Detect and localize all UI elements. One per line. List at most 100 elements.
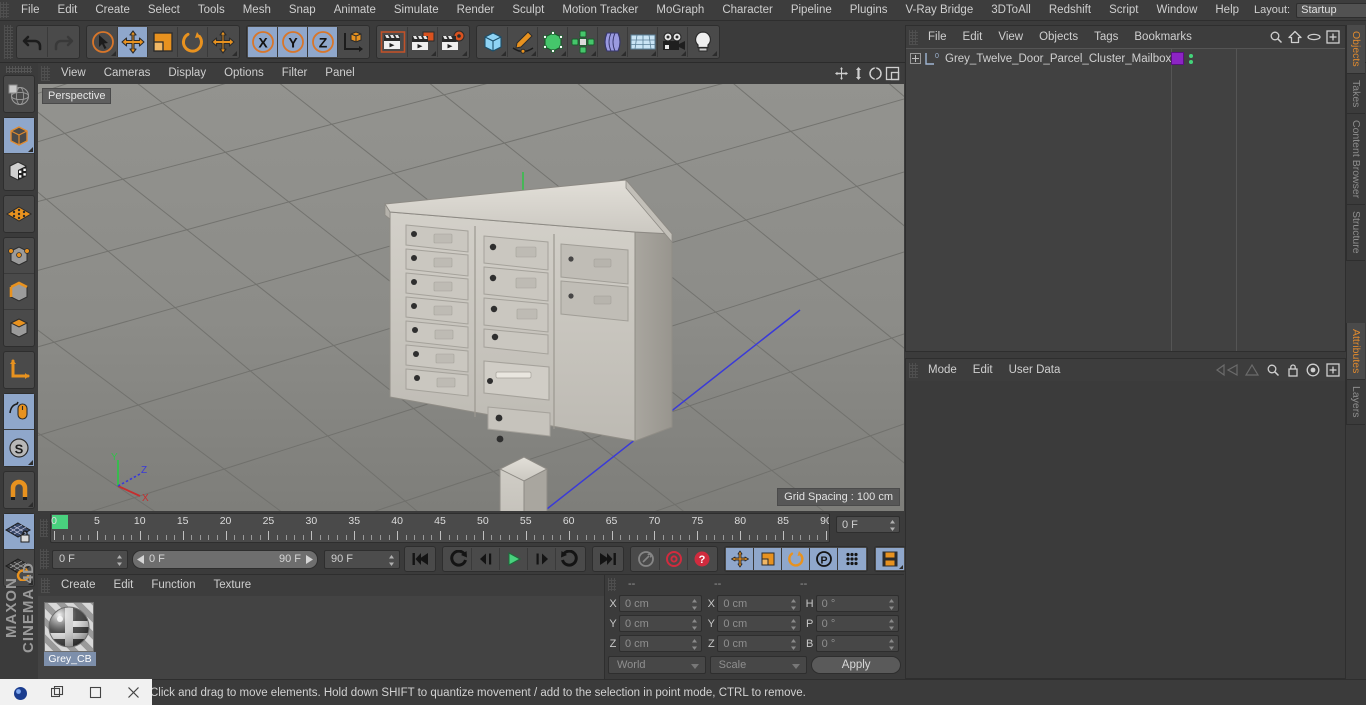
object-menu-bookmarks[interactable]: Bookmarks	[1126, 26, 1200, 48]
viewport-menu-display[interactable]: Display	[159, 63, 215, 84]
search-icon[interactable]	[1266, 363, 1280, 377]
timeline-strip-icon[interactable]	[876, 548, 904, 570]
material-menu-edit[interactable]: Edit	[105, 575, 143, 596]
tab-layers[interactable]: Layers	[1346, 380, 1365, 425]
parameter-key-icon[interactable]: P	[810, 548, 838, 570]
x-axis-icon[interactable]: X	[248, 26, 278, 57]
size-y-input[interactable]: 0 cm	[717, 615, 801, 632]
move-alt-icon[interactable]	[208, 26, 238, 57]
texture-mode-icon[interactable]	[4, 154, 34, 190]
material-thumbnail[interactable]	[44, 602, 94, 652]
rotate-view-icon[interactable]	[868, 66, 883, 81]
attribute-menu-mode[interactable]: Mode	[920, 359, 965, 381]
bend-deformer-icon[interactable]	[598, 26, 628, 57]
floor-environment-icon[interactable]	[628, 26, 658, 57]
range-left-handle-icon[interactable]	[137, 554, 145, 564]
object-menu-file[interactable]: File	[920, 26, 955, 48]
toolbar-grip[interactable]	[4, 24, 13, 59]
spinner-icon[interactable]	[889, 520, 896, 531]
model-mode-icon[interactable]	[4, 118, 34, 154]
attribute-menu-edit[interactable]: Edit	[965, 359, 1001, 381]
spinner-icon[interactable]	[388, 554, 395, 566]
viewport-menu-view[interactable]: View	[52, 63, 95, 84]
snap-magnet-icon[interactable]	[4, 472, 34, 508]
attribute-manager-grip[interactable]	[909, 362, 918, 378]
viewport-menu-options[interactable]: Options	[215, 63, 273, 84]
rotation-key-icon[interactable]	[782, 548, 810, 570]
menu-mesh[interactable]: Mesh	[234, 0, 280, 21]
rotation-b-input[interactable]: 0 °	[815, 635, 899, 652]
object-menu-edit[interactable]: Edit	[955, 26, 991, 48]
material-menu-texture[interactable]: Texture	[204, 575, 260, 596]
playbar-grip[interactable]	[40, 549, 49, 569]
apply-button[interactable]: Apply	[811, 656, 902, 674]
light-icon[interactable]	[688, 26, 718, 57]
menu-window[interactable]: Window	[1147, 0, 1206, 21]
viewport-solo-icon[interactable]	[4, 394, 34, 430]
tab-structure[interactable]: Structure	[1346, 205, 1365, 261]
cube-primitive-icon[interactable]	[478, 26, 508, 57]
camera-icon[interactable]	[658, 26, 688, 57]
polygons-mode-icon[interactable]	[4, 310, 34, 346]
menu-snap[interactable]: Snap	[280, 0, 325, 21]
forward-history-icon[interactable]	[1244, 363, 1260, 377]
z-axis-icon[interactable]: Z	[308, 26, 338, 57]
menu-simulate[interactable]: Simulate	[385, 0, 448, 21]
timeline-current-frame-field[interactable]: 0 F	[836, 516, 900, 533]
y-axis-icon[interactable]: Y	[278, 26, 308, 57]
material-item[interactable]: Grey_CB	[44, 602, 96, 666]
menu-3dtoall[interactable]: 3DToAll	[982, 0, 1040, 21]
rotation-p-input[interactable]: 0 °	[815, 615, 899, 632]
close-window-icon[interactable]	[127, 686, 140, 699]
rotate-icon[interactable]	[178, 26, 208, 57]
object-tree[interactable]: 0 Grey_Twelve_Door_Parcel_Cluster_Mailbo…	[906, 48, 1345, 351]
menubar-grip[interactable]	[0, 2, 9, 18]
ellipse-icon[interactable]	[1307, 30, 1321, 44]
menu-pipeline[interactable]: Pipeline	[782, 0, 841, 21]
spinner-icon[interactable]	[691, 639, 698, 650]
preview-range-slider[interactable]: 0 F 90 F	[132, 549, 318, 569]
material-menu-create[interactable]: Create	[52, 575, 105, 596]
previous-key-icon[interactable]	[444, 548, 472, 570]
viewport-menu-panel[interactable]: Panel	[316, 63, 363, 84]
position-key-icon[interactable]	[726, 548, 754, 570]
spinner-icon[interactable]	[790, 619, 797, 630]
live-selection-icon[interactable]	[88, 26, 118, 57]
viewport-view-label[interactable]: Perspective	[42, 88, 112, 104]
tab-objects[interactable]: Objects	[1346, 25, 1365, 74]
menu-select[interactable]: Select	[139, 0, 189, 21]
spinner-icon[interactable]	[888, 619, 895, 630]
size-x-input[interactable]: 0 cm	[717, 595, 801, 612]
spinner-icon[interactable]	[790, 639, 797, 650]
next-key-icon[interactable]	[556, 548, 584, 570]
menu-vray-bridge[interactable]: V-Ray Bridge	[896, 0, 982, 21]
keyframe-selection-icon[interactable]: ?	[688, 548, 716, 570]
viewport-menu-filter[interactable]: Filter	[273, 63, 317, 84]
restore-window-icon[interactable]	[50, 685, 64, 699]
axis-modify-icon[interactable]	[4, 352, 34, 388]
back-history-icon[interactable]	[1216, 363, 1238, 377]
coordinate-system-dropdown[interactable]: World	[608, 656, 706, 674]
menu-motion-tracker[interactable]: Motion Tracker	[553, 0, 647, 21]
polygon-points-icon[interactable]	[4, 196, 34, 232]
menu-file[interactable]: File	[12, 0, 49, 21]
menu-sculpt[interactable]: Sculpt	[503, 0, 553, 21]
material-list[interactable]: Grey_CB	[38, 596, 604, 680]
zoom-icon[interactable]	[851, 66, 866, 81]
position-x-input[interactable]: 0 cm	[619, 595, 703, 612]
move-icon[interactable]	[118, 26, 148, 57]
object-manager-grip[interactable]	[909, 29, 918, 45]
play-icon[interactable]	[500, 548, 528, 570]
visibility-dots-icon[interactable]	[1189, 53, 1193, 64]
scale-icon[interactable]	[148, 26, 178, 57]
lock-icon[interactable]	[1286, 363, 1300, 377]
viewport-canvas[interactable]: Perspective Grid Spacing : 100 cm Y X Z	[38, 84, 904, 511]
edges-mode-icon[interactable]	[4, 274, 34, 310]
menu-character[interactable]: Character	[713, 0, 782, 21]
texture-axis-icon[interactable]	[4, 76, 34, 112]
point-level-animation-icon[interactable]	[838, 548, 866, 570]
spinner-icon[interactable]	[790, 599, 797, 610]
go-to-end-icon[interactable]	[594, 548, 622, 570]
size-z-input[interactable]: 0 cm	[717, 635, 801, 652]
material-menu-function[interactable]: Function	[142, 575, 204, 596]
